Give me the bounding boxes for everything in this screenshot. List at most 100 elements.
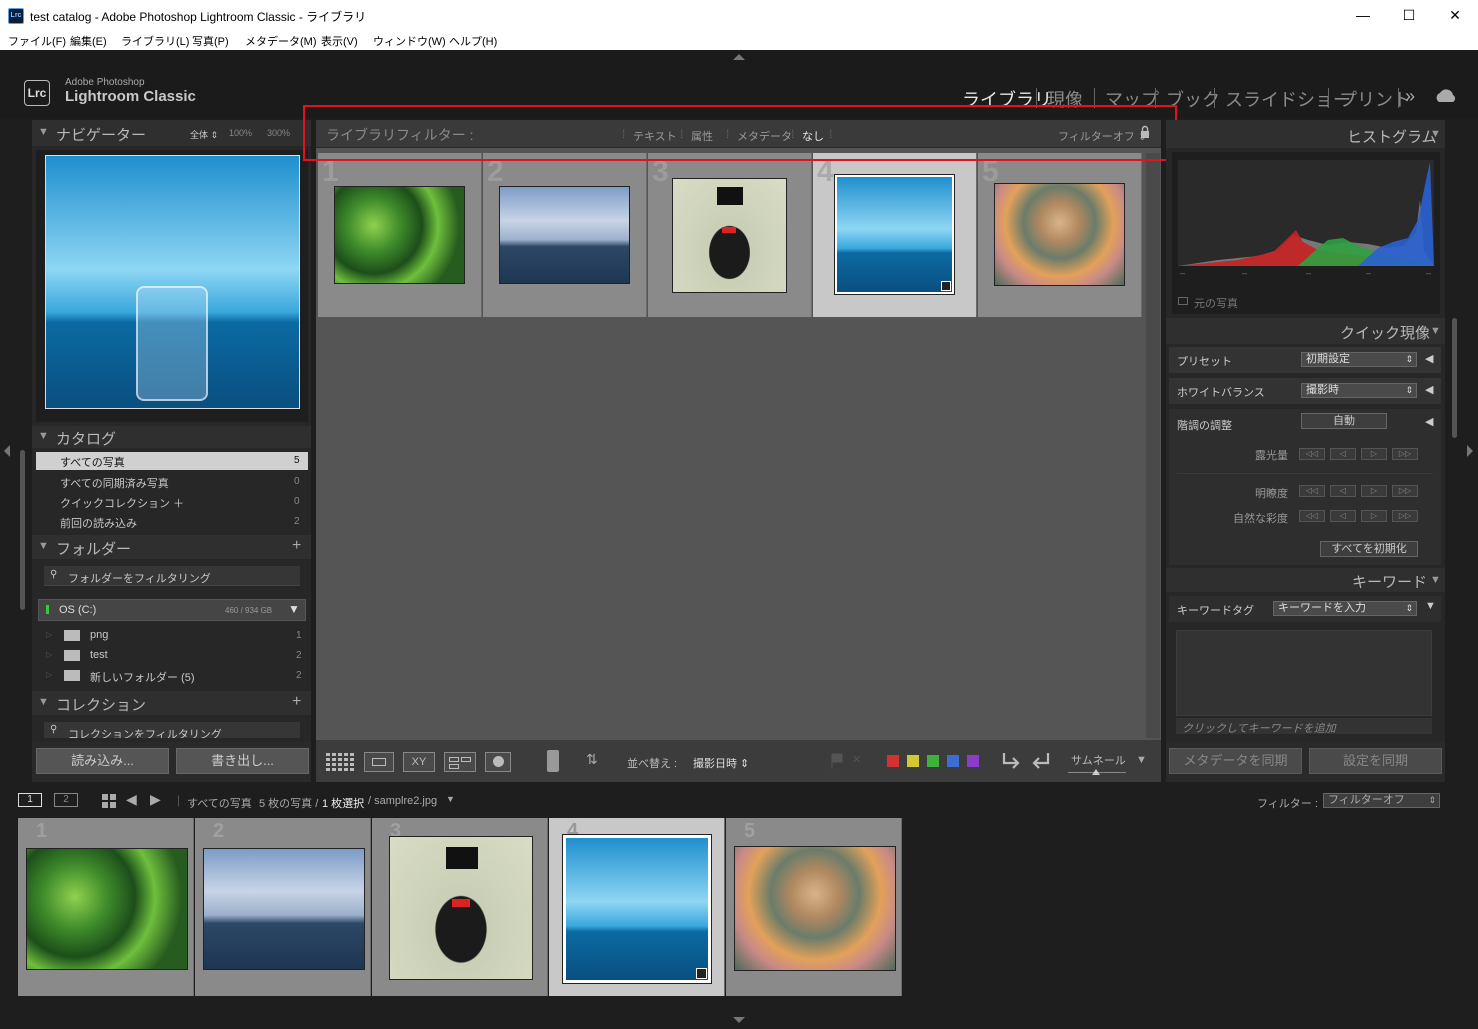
collapse-top-icon[interactable] — [733, 54, 745, 60]
keywords-header[interactable]: キーワード ▼ — [1166, 568, 1445, 592]
navigator-header[interactable]: ▼ ナビゲーター 全体 ⇕ 100% 300% — [32, 120, 311, 146]
rotate-right-icon[interactable] — [1030, 750, 1052, 772]
filmstrip-cell-selected[interactable]: 4 — [549, 818, 725, 996]
vibrance-increase[interactable]: ▷ — [1361, 510, 1387, 522]
collapse-triangle-icon[interactable]: ▼ — [1430, 325, 1441, 337]
painter-spray-icon[interactable] — [547, 750, 559, 772]
filmstrip-cell[interactable]: 3 — [372, 818, 548, 996]
keyword-text-area[interactable] — [1176, 630, 1432, 716]
folder-item[interactable]: ▷ png 1 — [44, 628, 308, 646]
grid-cell-selected[interactable]: 4 — [813, 153, 977, 317]
clarity-increase-large[interactable]: ▷▷ — [1392, 485, 1418, 497]
module-slideshow[interactable]: スライドショー — [1225, 86, 1351, 112]
grid-view-icon[interactable] — [326, 753, 354, 771]
catalog-item-all[interactable]: すべての写真 — [60, 454, 125, 470]
photo-thumbnail[interactable] — [499, 186, 630, 284]
filmstrip-filter-select[interactable]: フィルターオフ ⇕ — [1323, 793, 1440, 808]
vibrance-increase-large[interactable]: ▷▷ — [1392, 510, 1418, 522]
collection-filter-input[interactable]: ⚲ コレクションをフィルタリング — [44, 722, 300, 738]
expand-triangle-icon[interactable]: ◀ — [1425, 383, 1433, 396]
volume-row[interactable]: OS (C:) 460 / 934 GB ▼ — [38, 599, 306, 621]
clarity-decrease[interactable]: ◁ — [1330, 485, 1356, 497]
filmstrip-cell[interactable]: 5 — [726, 818, 902, 996]
exposure-increase[interactable]: ▷ — [1361, 448, 1387, 460]
sync-settings-button[interactable]: 設定を同期 — [1309, 748, 1442, 774]
keyword-add-input[interactable]: クリックしてキーワードを追加 — [1176, 718, 1432, 735]
collapse-bottom-icon[interactable] — [733, 1017, 745, 1023]
zoom-300[interactable]: 300% — [267, 128, 290, 138]
histogram-graph[interactable] — [1178, 160, 1434, 266]
people-view-icon[interactable] — [485, 752, 511, 772]
collapse-triangle-icon[interactable]: ▼ — [1430, 574, 1441, 586]
catalog-item-quick[interactable]: クイックコレクション ＋ — [60, 495, 184, 511]
collapse-triangle-icon[interactable]: ◀ — [1425, 415, 1433, 428]
import-button[interactable]: 読み込み... — [36, 748, 169, 774]
filmstrip-cell[interactable]: 1 — [18, 818, 194, 996]
photo-thumbnail[interactable] — [562, 834, 712, 984]
back-arrow-icon[interactable]: ◀ — [126, 791, 137, 808]
sort-select[interactable]: 撮影日時 ⇕ — [693, 755, 749, 771]
color-label-purple[interactable] — [967, 755, 979, 767]
original-photo-checkbox[interactable] — [1178, 297, 1188, 305]
grid-cell[interactable]: 1 — [318, 153, 482, 317]
survey-view-icon[interactable] — [444, 752, 476, 772]
photo-thumbnail[interactable] — [834, 174, 955, 295]
folder-item[interactable]: ▷ 新しいフォルダー (5) 2 — [44, 668, 308, 686]
menu-metadata[interactable]: メタデータ(M) — [245, 33, 317, 49]
zoom-100[interactable]: 100% — [229, 128, 252, 138]
sync-metadata-button[interactable]: メタデータを同期 — [1169, 748, 1302, 774]
color-label-blue[interactable] — [947, 755, 959, 767]
left-scrollbar[interactable] — [20, 450, 25, 610]
collapse-left-icon[interactable] — [4, 445, 10, 457]
disclosure-icon[interactable]: ▷ — [46, 670, 52, 679]
source-label[interactable]: すべての写真 — [187, 795, 252, 811]
menu-view[interactable]: 表示(V) — [321, 33, 358, 49]
menu-window[interactable]: ウィンドウ(W) — [373, 33, 446, 49]
path-menu-icon[interactable]: ▼ — [446, 794, 455, 804]
secondary-screen-button[interactable]: 2 — [54, 793, 78, 807]
disclosure-icon[interactable]: ▷ — [46, 650, 52, 659]
quick-develop-header[interactable]: クイック現像 ▼ — [1166, 318, 1445, 344]
vibrance-decrease[interactable]: ◁ — [1330, 510, 1356, 522]
photo-thumbnail[interactable] — [334, 186, 465, 284]
toolbar-menu-icon[interactable]: ▼ — [1136, 754, 1147, 766]
loupe-view-icon[interactable] — [364, 752, 394, 772]
photo-thumbnail[interactable] — [203, 848, 365, 970]
menu-edit[interactable]: 編集(E) — [70, 33, 107, 49]
clarity-decrease-large[interactable]: ◁◁ — [1299, 485, 1325, 497]
export-button[interactable]: 書き出し... — [176, 748, 309, 774]
catalog-header[interactable]: ▼ カタログ — [32, 426, 311, 448]
keyword-tag-select[interactable]: キーワードを入力 ⇕ — [1273, 601, 1417, 616]
color-label-red[interactable] — [887, 755, 899, 767]
filmstrip-scroll-area[interactable] — [18, 996, 1478, 1006]
photo-thumbnail[interactable] — [389, 836, 533, 980]
add-folder-icon[interactable]: + — [292, 537, 301, 555]
forward-arrow-icon[interactable]: ▶ — [150, 791, 161, 808]
catalog-item-previous[interactable]: 前回の読み込み — [60, 515, 137, 531]
primary-screen-button[interactable]: 1 — [18, 793, 42, 807]
more-modules-icon[interactable]: » — [1405, 86, 1415, 107]
photo-thumbnail[interactable] — [734, 846, 896, 971]
minimize-button[interactable]: — — [1340, 0, 1386, 30]
collapse-triangle-icon[interactable]: ▼ — [38, 696, 49, 708]
reset-all-button[interactable]: すべてを初期化 — [1320, 541, 1418, 557]
collapse-triangle-icon[interactable]: ▼ — [1430, 128, 1441, 140]
rotate-left-icon[interactable] — [1000, 750, 1022, 772]
collections-header[interactable]: ▼ コレクション + — [32, 691, 311, 715]
photo-thumbnail[interactable] — [994, 183, 1125, 286]
grid-cell[interactable]: 5 — [978, 153, 1142, 317]
expand-triangle-icon[interactable]: ▼ — [1425, 600, 1436, 612]
menu-file[interactable]: ファイル(F) — [8, 33, 66, 49]
photo-thumbnail[interactable] — [26, 848, 188, 970]
menu-photo[interactable]: 写真(P) — [192, 33, 229, 49]
wb-select[interactable]: 撮影時 ⇕ — [1301, 383, 1417, 398]
grid-cell[interactable]: 2 — [483, 153, 647, 317]
cloud-icon[interactable] — [1434, 88, 1458, 102]
grid-icon[interactable] — [102, 794, 116, 808]
grid-scrollbar-track[interactable] — [1146, 153, 1160, 738]
photo-thumbnail[interactable] — [672, 178, 787, 293]
grid-cell[interactable]: 3 — [648, 153, 812, 317]
folders-header[interactable]: ▼ フォルダー + — [32, 535, 311, 559]
zoom-fit[interactable]: 全体 ⇕ — [190, 128, 218, 141]
collapse-triangle-icon[interactable]: ▼ — [38, 126, 49, 138]
